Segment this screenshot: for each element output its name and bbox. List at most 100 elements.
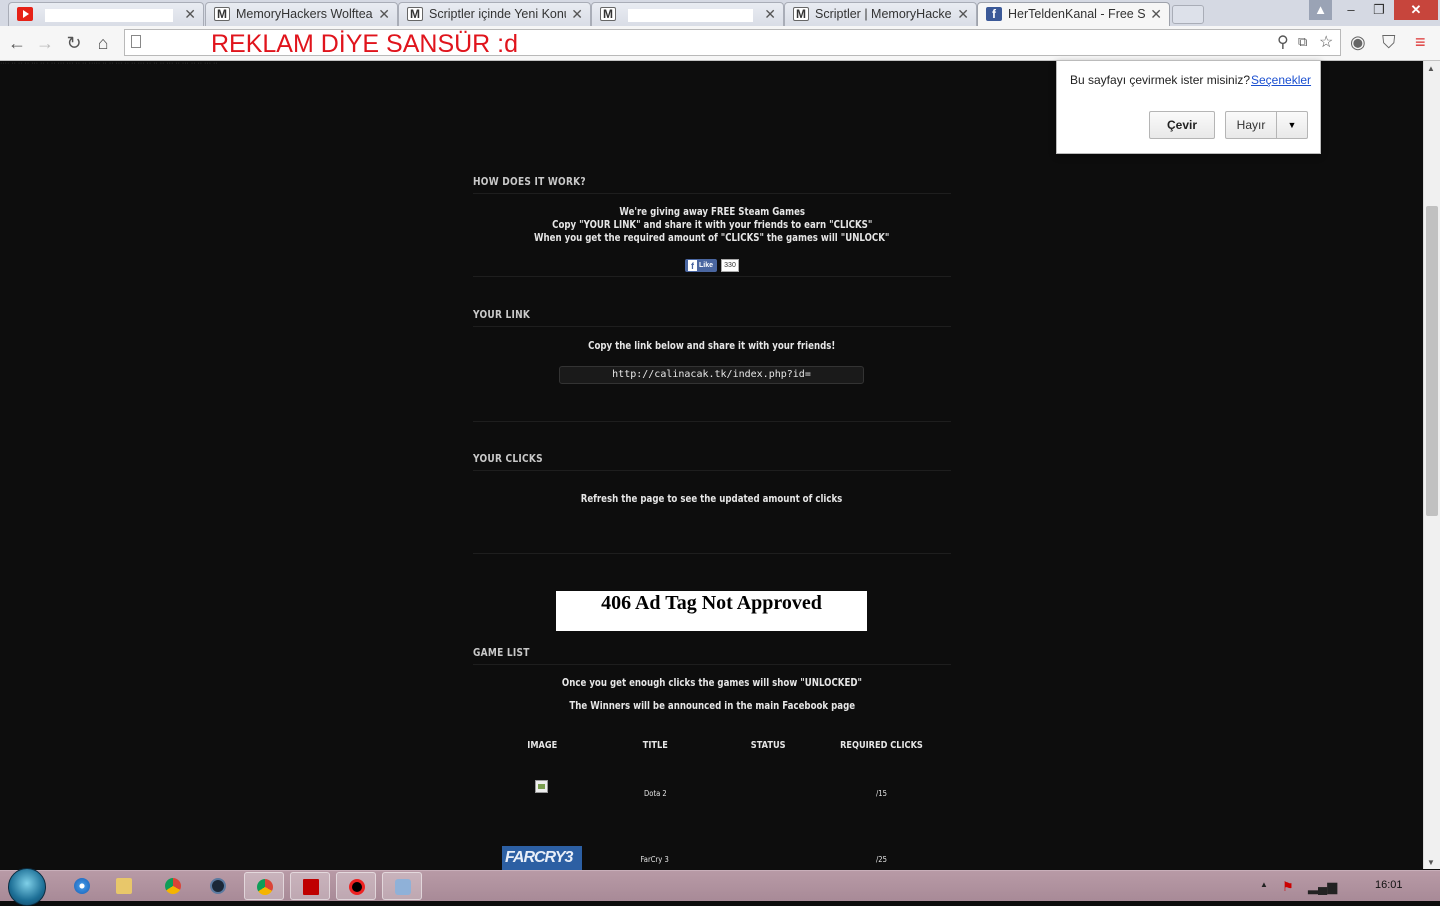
back-arrow-icon[interactable]: ←	[6, 32, 28, 54]
taskbar-steam[interactable]	[198, 872, 238, 900]
clicks-text-span: Refresh the page to see the updated amou…	[581, 493, 843, 505]
translate-question: Bu sayfayı çevirmek ister misiniz?	[1070, 73, 1251, 87]
taskbar-screen-recorder[interactable]	[336, 872, 376, 900]
scroll-up-icon[interactable]: ▲	[1427, 64, 1435, 73]
address-bar[interactable]: REKLAM DİYE SANSÜR :d ⚲ ⧉ ☆	[124, 29, 1341, 58]
user-profile-icon[interactable]: ▲	[1309, 0, 1332, 20]
farcry3-logo-text: FARCRY3	[505, 849, 573, 866]
referral-link-field[interactable]: http://calinacak.tk/index.php?id=	[559, 366, 864, 384]
show-hidden-icons-icon[interactable]: ▲	[1260, 880, 1268, 889]
chrome-icon	[165, 878, 181, 894]
cell-text: /15	[875, 789, 887, 798]
broken-image-icon	[535, 780, 548, 793]
cell-text: Dota 2	[643, 789, 667, 798]
translate-icon[interactable]: ⧉	[1298, 34, 1307, 50]
record-icon	[349, 879, 365, 895]
action-center-flag-icon[interactable]: ⚑	[1282, 879, 1294, 895]
zoom-icon[interactable]: ⚲	[1277, 32, 1289, 52]
column-header-title: TITLE	[595, 740, 715, 751]
maximize-button[interactable]: ❐	[1368, 0, 1390, 20]
start-button[interactable]	[8, 868, 46, 906]
taskbar-internet-explorer[interactable]	[62, 872, 102, 900]
column-header-image: IMAGE	[482, 740, 602, 751]
clock[interactable]: 16:01	[1375, 879, 1403, 891]
games-line-1-text: Once you get enough clicks the games wil…	[561, 677, 863, 689]
taskbar-chrome-active[interactable]	[244, 872, 284, 900]
close-window-button[interactable]: ✕	[1394, 0, 1438, 20]
minimize-button[interactable]: –	[1340, 0, 1362, 20]
reload-icon[interactable]: ↻	[63, 32, 85, 54]
how-line-2-text: Copy "YOUR LINK" and share it with your …	[551, 219, 873, 231]
like-count: 330	[721, 259, 739, 272]
bookmark-star-icon[interactable]: ☆	[1319, 32, 1333, 52]
tab-scriptler-yeni-konu[interactable]: M Scriptler içinde Yeni Konu ✕	[398, 2, 591, 26]
link-instruction-text: Copy the link below and share it with yo…	[588, 340, 836, 352]
volume-icon[interactable]: 🔈︎	[1332, 879, 1340, 895]
scroll-down-icon[interactable]: ▼	[1427, 858, 1435, 867]
games-line-1: Once you get enough clicks the games wil…	[473, 677, 951, 689]
link-instruction: Copy the link below and share it with yo…	[473, 340, 951, 352]
youtube-icon	[17, 7, 33, 21]
taskbar-filezilla[interactable]	[290, 872, 330, 900]
taskbar-tool[interactable]	[382, 872, 422, 900]
close-tab-icon[interactable]: ✕	[764, 6, 776, 22]
games-section-title: GAME LIST	[473, 646, 530, 659]
redacted-tab-title	[628, 9, 753, 22]
internet-explorer-icon	[74, 878, 90, 894]
clicks-section-title: YOUR CLICKS	[473, 452, 543, 465]
header-text: REQUIRED CLICKS	[839, 740, 923, 751]
header-text: STATUS	[750, 740, 786, 751]
table-row-required: /25	[821, 855, 941, 864]
how-line-2: Copy "YOUR LINK" and share it with your …	[473, 219, 951, 231]
no-translate-button[interactable]: Hayır	[1225, 111, 1277, 139]
home-icon[interactable]: ⌂	[92, 32, 114, 54]
m-site-icon: M	[214, 7, 230, 21]
tab-title: HerTeldenKanal - Free Ste	[1008, 7, 1145, 21]
extension-shield-icon[interactable]: ⛉	[1382, 32, 1396, 53]
tab-herteldenkanal[interactable]: f HerTeldenKanal - Free Ste ✕	[977, 2, 1170, 26]
tab-youtube[interactable]: ✕	[8, 2, 204, 26]
page-scrollbar[interactable]: ▲ ▼	[1423, 61, 1440, 869]
link-section-title: YOUR LINK	[473, 308, 531, 321]
close-tab-icon[interactable]: ✕	[957, 6, 969, 22]
new-tab-button[interactable]	[1172, 5, 1204, 24]
clicks-text: Refresh the page to see the updated amou…	[473, 493, 951, 505]
facebook-icon: f	[986, 7, 1002, 21]
scrollbar-thumb[interactable]	[1426, 206, 1438, 516]
tab-redacted[interactable]: M ✕	[591, 2, 784, 26]
taskbar-chrome[interactable]	[153, 872, 193, 900]
divider	[473, 470, 951, 471]
how-line-3: When you get the required amount of "CLI…	[473, 232, 951, 244]
translate-button[interactable]: Çevir	[1149, 111, 1215, 139]
folder-icon	[116, 878, 132, 894]
column-header-status: STATUS	[708, 740, 828, 751]
m-site-icon: M	[407, 7, 423, 21]
ad-error-banner: 406 Ad Tag Not Approved	[556, 591, 867, 631]
filezilla-icon	[303, 879, 319, 895]
games-line-2-text: The Winners will be announced in the mai…	[569, 700, 855, 712]
translate-dropdown-icon[interactable]: ▼	[1276, 111, 1308, 139]
tab-title: Scriptler içinde Yeni Konu	[429, 7, 566, 21]
tab-title: Scriptler | MemoryHackers	[815, 7, 952, 21]
tab-memoryhackers-wolfteam[interactable]: M MemoryHackers Wolfteam ✕	[205, 2, 398, 26]
translate-options-link[interactable]: Seçenekler	[1251, 73, 1311, 87]
extension-globe-icon[interactable]: ◉	[1350, 32, 1366, 53]
close-tab-icon[interactable]: ✕	[378, 6, 390, 22]
facebook-like-button[interactable]: Like	[685, 259, 717, 272]
taskbar-file-explorer[interactable]	[104, 872, 144, 900]
divider	[473, 326, 951, 327]
how-line-1-text: We're giving away FREE Steam Games	[619, 206, 805, 218]
close-tab-icon[interactable]: ✕	[571, 6, 583, 22]
divider	[473, 421, 951, 422]
forward-arrow-icon[interactable]: →	[34, 32, 56, 54]
address-text[interactable]: REKLAM DİYE SANSÜR :d	[211, 30, 518, 58]
divider	[473, 664, 951, 665]
how-line-1: We're giving away FREE Steam Games	[473, 206, 951, 218]
tab-scriptler-memoryhackers[interactable]: M Scriptler | MemoryHackers ✕	[784, 2, 977, 26]
menu-icon[interactable]: ≡	[1415, 32, 1426, 53]
divider	[473, 276, 951, 277]
close-tab-icon[interactable]: ✕	[1150, 6, 1162, 22]
table-row-required: /15	[821, 789, 941, 798]
cut-off-text-strip: ···· ·· ·· ·· ··· ·· · ·· ··· ··· ·· ·· …	[0, 61, 218, 67]
close-tab-icon[interactable]: ✕	[184, 6, 196, 22]
